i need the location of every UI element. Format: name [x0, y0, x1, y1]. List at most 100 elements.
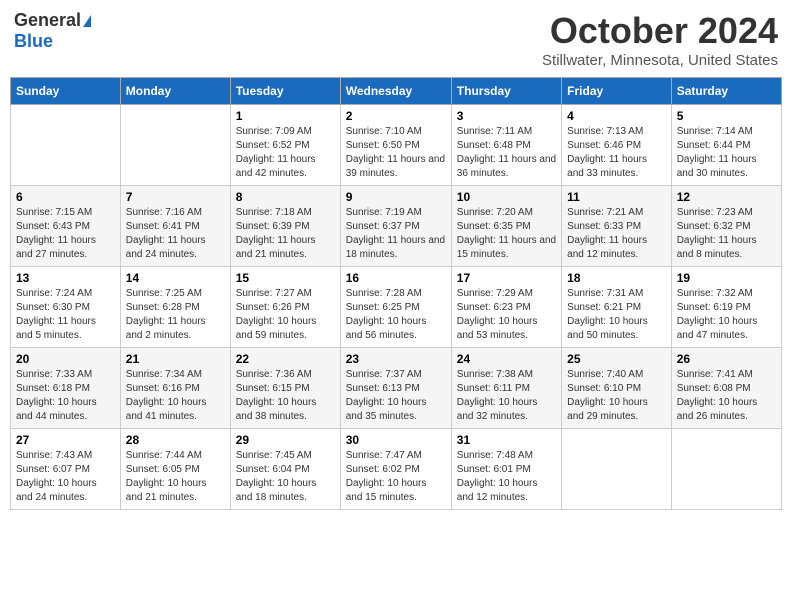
calendar-cell: 21Sunrise: 7:34 AMSunset: 6:16 PMDayligh…	[120, 348, 230, 429]
daylight-text: Daylight: 11 hours and 39 minutes.	[346, 154, 445, 179]
day-info: Sunrise: 7:09 AMSunset: 6:52 PMDaylight:…	[236, 125, 335, 181]
calendar-cell: 2Sunrise: 7:10 AMSunset: 6:50 PMDaylight…	[340, 105, 451, 186]
daylight-text: Daylight: 10 hours and 56 minutes.	[346, 316, 427, 341]
calendar-cell: 27 Sunrise: 7:43 AMSunset: 6:07 PMDayligh…	[11, 429, 121, 510]
sunrise-text: Sunrise: 7:44 AM	[126, 450, 202, 461]
sunrise-text: Sunrise: 7:18 AM	[236, 207, 312, 218]
day-number: 5	[677, 109, 776, 123]
daylight-text: Daylight: 11 hours and 27 minutes.	[16, 235, 96, 260]
day-info: Sunrise: 7:18 AMSunset: 6:39 PMDaylight:…	[236, 206, 335, 262]
sunset-text: Sunset: 6:46 PM	[567, 140, 641, 151]
day-info: Sunrise: 7:36 AMSunset: 6:15 PMDaylight:…	[236, 368, 335, 424]
daylight-text: Daylight: 10 hours and 18 minutes.	[236, 478, 317, 503]
daylight-text: Daylight: 10 hours and 50 minutes.	[567, 316, 648, 341]
daylight-text: Daylight: 10 hours and 53 minutes.	[457, 316, 538, 341]
day-number: 6	[16, 190, 115, 204]
sunrise-text: Sunrise: 7:40 AM	[567, 369, 643, 380]
calendar-cell: 1Sunrise: 7:09 AMSunset: 6:52 PMDaylight…	[230, 105, 340, 186]
calendar-cell	[120, 105, 230, 186]
day-number: 21	[126, 352, 225, 366]
title-block: October 2024 Stillwater, Minnesota, Unit…	[542, 10, 778, 69]
day-info: Sunrise: 7:33 AMSunset: 6:18 PMDaylight:…	[16, 368, 115, 424]
day-number: 29	[236, 433, 335, 447]
sunrise-text: Sunrise: 7:37 AM	[346, 369, 422, 380]
sunset-text: Sunset: 6:10 PM	[567, 383, 641, 394]
day-info: Sunrise: 7:23 AMSunset: 6:32 PMDaylight:…	[677, 206, 776, 262]
day-info: Sunrise: 7:10 AMSunset: 6:50 PMDaylight:…	[346, 125, 446, 181]
sunrise-text: Sunrise: 7:16 AM	[126, 207, 202, 218]
day-number: 20	[16, 352, 115, 366]
daylight-text: Daylight: 11 hours and 2 minutes.	[126, 316, 206, 341]
daylight-text: Daylight: 10 hours and 47 minutes.	[677, 316, 758, 341]
day-info: Sunrise: 7:40 AM Sunset: 6:10 PM Daylight:…	[567, 368, 666, 424]
calendar-cell: 16Sunrise: 7:28 AMSunset: 6:25 PMDayligh…	[340, 267, 451, 348]
sunset-text: Sunset: 6:01 PM	[457, 464, 531, 475]
calendar-cell	[562, 429, 672, 510]
daylight-text: Daylight: 10 hours and 38 minutes.	[236, 397, 317, 422]
day-info: Sunrise: 7:47 AMSunset: 6:02 PMDaylight:…	[346, 449, 446, 505]
daylight-text: Daylight: 10 hours and 29 minutes.	[567, 397, 648, 422]
daylight-text: Daylight: 11 hours and 36 minutes.	[457, 154, 556, 179]
sunset-text: Sunset: 6:28 PM	[126, 302, 200, 313]
calendar-cell: 28Sunrise: 7:44 AMSunset: 6:05 PMDayligh…	[120, 429, 230, 510]
sunset-text: Sunset: 6:21 PM	[567, 302, 641, 313]
sunrise-text: Sunrise: 7:21 AM	[567, 207, 643, 218]
day-info: Sunrise: 7:32 AMSunset: 6:19 PMDaylight:…	[677, 287, 776, 343]
sunrise-text: Sunrise: 7:48 AM	[457, 450, 533, 461]
calendar-cell	[671, 429, 781, 510]
calendar-cell: 20 Sunrise: 7:33 AMSunset: 6:18 PMDayligh…	[11, 348, 121, 429]
sunset-text: Sunset: 6:23 PM	[457, 302, 531, 313]
daylight-text: Daylight: 11 hours and 12 minutes.	[567, 235, 647, 260]
calendar-cell: 24 Sunrise: 7:38 AMSunset: 6:11 PMDayligh…	[451, 348, 561, 429]
sunset-text: Sunset: 6:13 PM	[346, 383, 420, 394]
day-info: Sunrise: 7:48 AMSunset: 6:01 PMDaylight:…	[457, 449, 556, 505]
sunrise-text: Sunrise: 7:25 AM	[126, 288, 202, 299]
day-number: 24	[457, 352, 556, 366]
daylight-text: Daylight: 11 hours and 33 minutes.	[567, 154, 647, 179]
day-number: 26	[677, 352, 776, 366]
daylight-text: Daylight: 10 hours and 24 minutes.	[16, 478, 97, 503]
day-info: Sunrise: 7:38 AMSunset: 6:11 PMDaylight:…	[457, 368, 556, 424]
sunrise-text: Sunrise: 7:28 AM	[346, 288, 422, 299]
sunset-text: Sunset: 6:15 PM	[236, 383, 310, 394]
day-number: 3	[457, 109, 556, 123]
day-info: Sunrise: 7:20 AMSunset: 6:35 PMDaylight:…	[457, 206, 556, 262]
daylight-text: Daylight: 10 hours and 44 minutes.	[16, 397, 97, 422]
calendar-week-row: 20 Sunrise: 7:33 AMSunset: 6:18 PMDayligh…	[11, 348, 782, 429]
calendar-cell: 31Sunrise: 7:48 AMSunset: 6:01 PMDayligh…	[451, 429, 561, 510]
sunset-text: Sunset: 6:11 PM	[457, 383, 530, 394]
sunrise-text: Sunrise: 7:09 AM	[236, 126, 312, 137]
sunrise-text: Sunrise: 7:27 AM	[236, 288, 312, 299]
sunset-text: Sunset: 6:44 PM	[677, 140, 751, 151]
calendar-cell: 19Sunrise: 7:32 AMSunset: 6:19 PMDayligh…	[671, 267, 781, 348]
sunset-text: Sunset: 6:50 PM	[346, 140, 420, 151]
day-info: Sunrise: 7:19 AMSunset: 6:37 PMDaylight:…	[346, 206, 446, 262]
sunrise-text: Sunrise: 7:15 AM	[16, 207, 92, 218]
logo-blue-text: Blue	[14, 31, 53, 52]
sunrise-text: Sunrise: 7:29 AM	[457, 288, 533, 299]
day-number: 10	[457, 190, 556, 204]
day-number: 22	[236, 352, 335, 366]
calendar-cell: 26Sunrise: 7:41 AMSunset: 6:08 PMDayligh…	[671, 348, 781, 429]
header-monday: Monday	[120, 78, 230, 105]
calendar-cell: 13Sunrise: 7:24 AMSunset: 6:30 PMDayligh…	[11, 267, 121, 348]
calendar-week-row: 1Sunrise: 7:09 AMSunset: 6:52 PMDaylight…	[11, 105, 782, 186]
sunrise-text: Sunrise: 7:34 AM	[126, 369, 202, 380]
daylight-text: Daylight: 10 hours and 59 minutes.	[236, 316, 317, 341]
calendar-week-row: 6Sunrise: 7:15 AMSunset: 6:43 PMDaylight…	[11, 186, 782, 267]
calendar-cell: 12Sunrise: 7:23 AMSunset: 6:32 PMDayligh…	[671, 186, 781, 267]
calendar-cell: 15Sunrise: 7:27 AMSunset: 6:26 PMDayligh…	[230, 267, 340, 348]
calendar-cell	[11, 105, 121, 186]
day-info: Sunrise: 7:43 AMSunset: 6:07 PMDaylight:…	[16, 449, 115, 505]
sunset-text: Sunset: 6:35 PM	[457, 221, 531, 232]
sunrise-text: Sunrise: 7:11 AM	[457, 126, 532, 137]
sunset-text: Sunset: 6:08 PM	[677, 383, 751, 394]
day-info: Sunrise: 7:27 AMSunset: 6:26 PMDaylight:…	[236, 287, 335, 343]
calendar-cell: 30Sunrise: 7:47 AMSunset: 6:02 PMDayligh…	[340, 429, 451, 510]
calendar-cell: 17Sunrise: 7:29 AMSunset: 6:23 PMDayligh…	[451, 267, 561, 348]
sunrise-text: Sunrise: 7:41 AM	[677, 369, 753, 380]
day-info: Sunrise: 7:37 AMSunset: 6:13 PMDaylight:…	[346, 368, 446, 424]
day-number: 27	[16, 433, 115, 447]
sunrise-text: Sunrise: 7:31 AM	[567, 288, 643, 299]
header-tuesday: Tuesday	[230, 78, 340, 105]
